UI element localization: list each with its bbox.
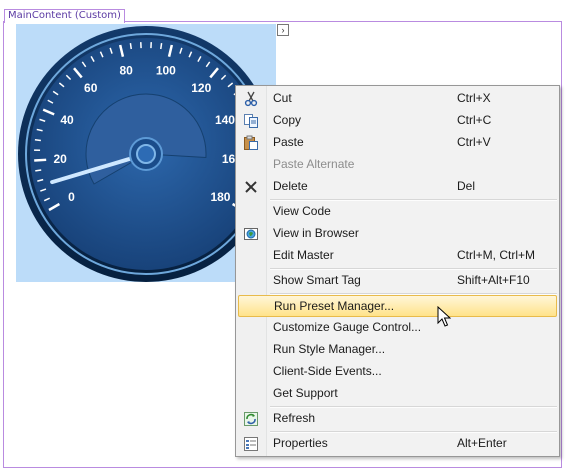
menu-item-label: Customize Gauge Control... <box>273 320 422 334</box>
minor-tick <box>35 169 42 172</box>
scale-label-120: 120 <box>191 81 211 95</box>
major-tick <box>34 158 47 162</box>
menu-item-label: Paste <box>273 135 304 149</box>
menu-item-shortcut: Ctrl+C <box>457 113 492 127</box>
menu-item-cut[interactable]: Cut Ctrl+X <box>238 88 557 110</box>
scale-label-60: 60 <box>84 81 98 95</box>
menu-item-shortcut: Shift+Alt+F10 <box>457 273 530 287</box>
minor-tick <box>129 42 132 50</box>
menu-item-view-in-browser[interactable]: View in Browser <box>238 223 557 245</box>
menu-item-shortcut: Ctrl+X <box>457 91 491 105</box>
menu-item-label: Get Support <box>273 386 338 400</box>
menu-item-label: Delete <box>273 179 308 193</box>
menu-item-label: View Code <box>273 204 331 218</box>
menu-item-refresh[interactable]: Refresh <box>238 408 557 430</box>
menu-item-label: Properties <box>273 436 328 450</box>
minor-tick <box>160 42 163 50</box>
menu-item-show-smart-tag[interactable]: Show Smart Tag Shift+Alt+F10 <box>238 270 557 292</box>
scale-label-140: 140 <box>215 113 235 127</box>
browser-icon <box>244 228 258 240</box>
menu-item-label: Edit Master <box>273 248 334 262</box>
menu-item-label: Refresh <box>273 411 316 425</box>
menu-item-shortcut: Alt+Enter <box>457 436 507 450</box>
menu-item-label: Show Smart Tag <box>273 273 361 287</box>
scale-label-0: 0 <box>68 190 75 204</box>
menu-item-run-preset-manager[interactable]: Run Preset Manager... <box>238 295 557 317</box>
menu-item-delete[interactable]: Delete Del <box>238 176 557 198</box>
refresh-icon <box>244 412 258 426</box>
menu-item-edit-master[interactable]: Edit Master Ctrl+M, Ctrl+M <box>238 245 557 267</box>
scale-label-100: 100 <box>156 63 176 77</box>
region-tag[interactable]: MainContent (Custom) <box>4 9 125 23</box>
menu-item-shortcut: Ctrl+V <box>457 135 491 149</box>
menu-item-label: Cut <box>273 91 292 105</box>
menu-item-shortcut: Ctrl+M, Ctrl+M <box>457 248 535 262</box>
menu-item-label: Run Style Manager... <box>273 342 386 356</box>
menu-item-run-style-manager[interactable]: Run Style Manager... <box>238 339 557 361</box>
paste-icon <box>244 135 258 150</box>
menu-item-label: Copy <box>273 113 302 127</box>
menu-item-copy[interactable]: Copy Ctrl+C <box>238 110 557 132</box>
minor-tick <box>34 138 41 142</box>
mouse-cursor-icon <box>437 306 451 327</box>
scale-label-80: 80 <box>119 63 133 77</box>
properties-icon <box>244 437 258 451</box>
delete-x-icon <box>245 181 257 193</box>
context-menu: Cut Ctrl+X Copy Ctrl+C Paste Ctrl+V Past… <box>235 85 560 457</box>
menu-item-paste[interactable]: Paste Ctrl+V <box>238 132 557 154</box>
menu-item-customize-gauge-control[interactable]: Customize Gauge Control... <box>238 317 557 339</box>
scale-label-180: 180 <box>210 190 230 204</box>
menu-item-view-code[interactable]: View Code <box>238 201 557 223</box>
menu-item-label: Client-Side Events... <box>273 364 382 378</box>
menu-item-properties[interactable]: Properties Alt+Enter <box>238 433 557 455</box>
scale-label-40: 40 <box>60 113 74 127</box>
menu-item-label: Paste Alternate <box>273 157 355 171</box>
copy-icon <box>244 114 258 128</box>
menu-item-client-side-events[interactable]: Client-Side Events... <box>238 361 557 383</box>
menu-item-get-support[interactable]: Get Support <box>238 383 557 405</box>
menu-item-paste-alternate: Paste Alternate <box>238 154 557 176</box>
menu-item-shortcut: Del <box>457 179 476 193</box>
smart-tag-button[interactable]: › <box>277 24 289 36</box>
scale-label-20: 20 <box>53 152 67 166</box>
gauge-hub-center <box>136 144 156 164</box>
scissors-icon <box>244 91 258 107</box>
menu-item-label: Run Preset Manager... <box>274 299 395 313</box>
menu-item-label: View in Browser <box>273 226 359 240</box>
